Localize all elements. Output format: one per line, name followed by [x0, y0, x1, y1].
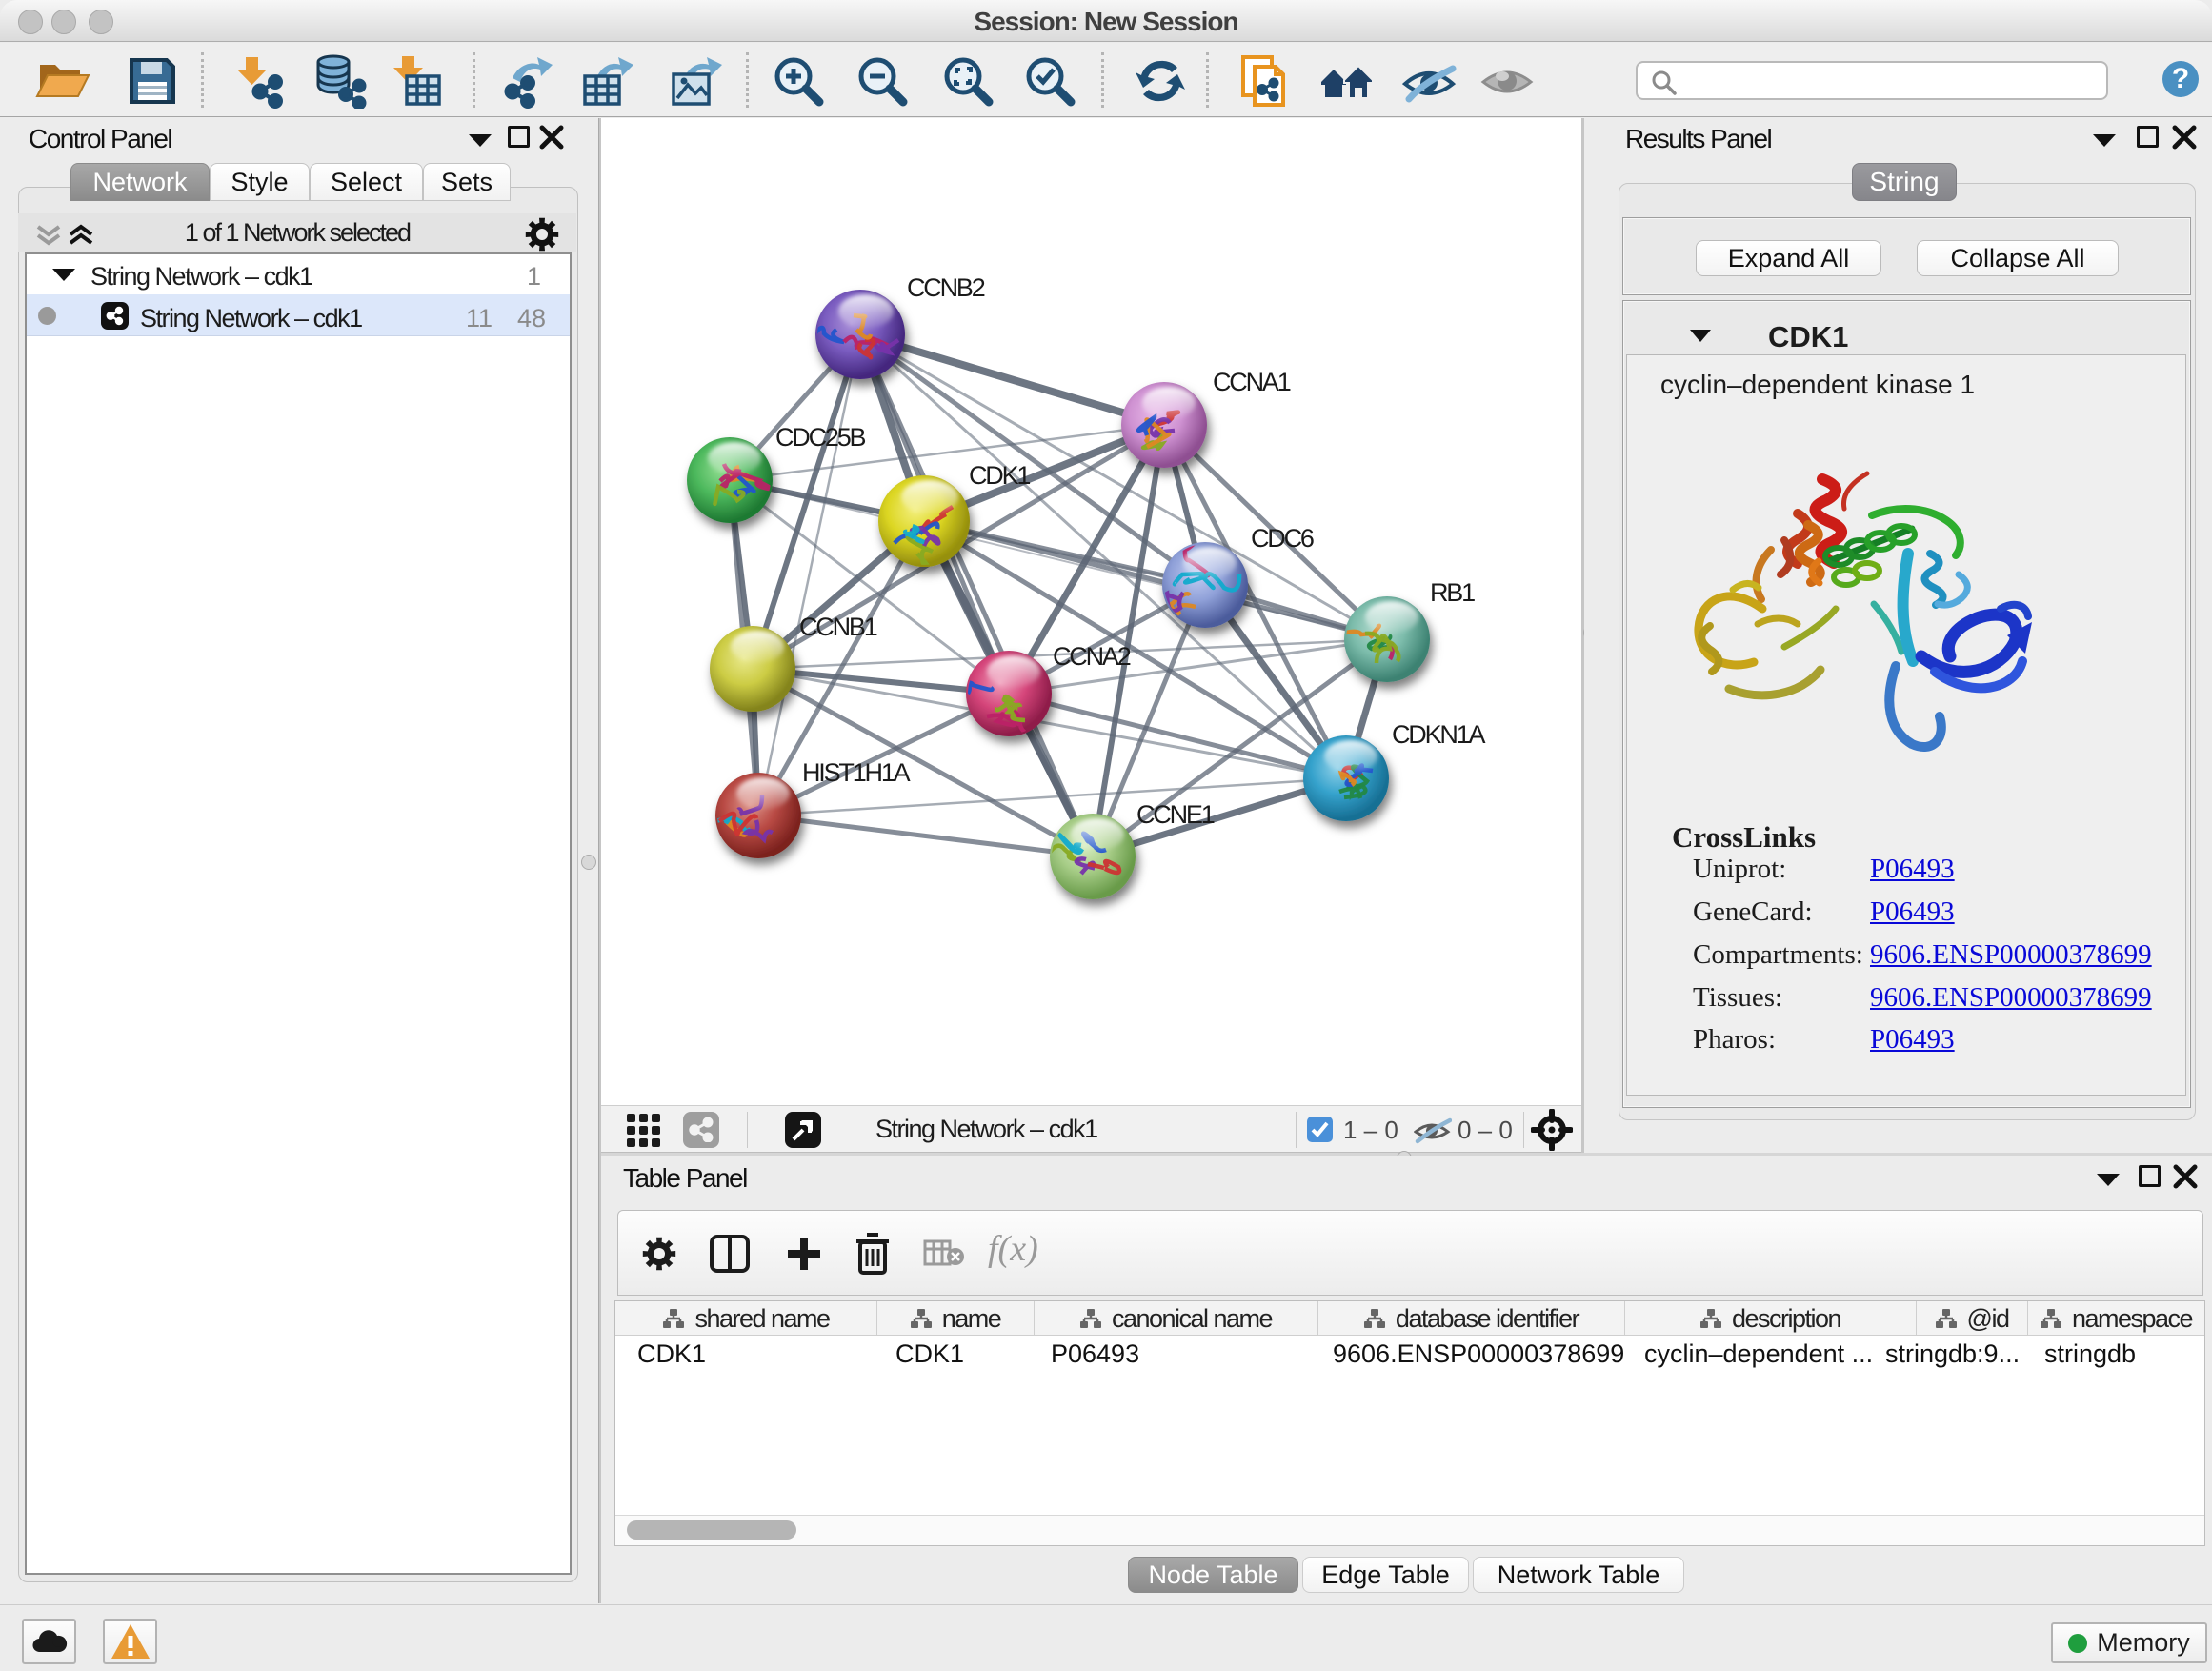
- svg-text:HIST1H1A: HIST1H1A: [802, 758, 911, 787]
- svg-text:RB1: RB1: [1430, 578, 1475, 607]
- svg-text:CCNE1: CCNE1: [1136, 800, 1215, 829]
- svg-text:CCNA2: CCNA2: [1053, 642, 1131, 671]
- svg-text:CDC25B: CDC25B: [775, 423, 866, 452]
- svg-text:CCNA1: CCNA1: [1213, 368, 1291, 396]
- svg-text:CDK1: CDK1: [969, 461, 1030, 490]
- svg-text:CCNB2: CCNB2: [907, 273, 985, 302]
- svg-text:CCNB1: CCNB1: [799, 613, 877, 641]
- svg-text:CDC6: CDC6: [1251, 524, 1314, 553]
- svg-text:CDKN1A: CDKN1A: [1392, 720, 1486, 749]
